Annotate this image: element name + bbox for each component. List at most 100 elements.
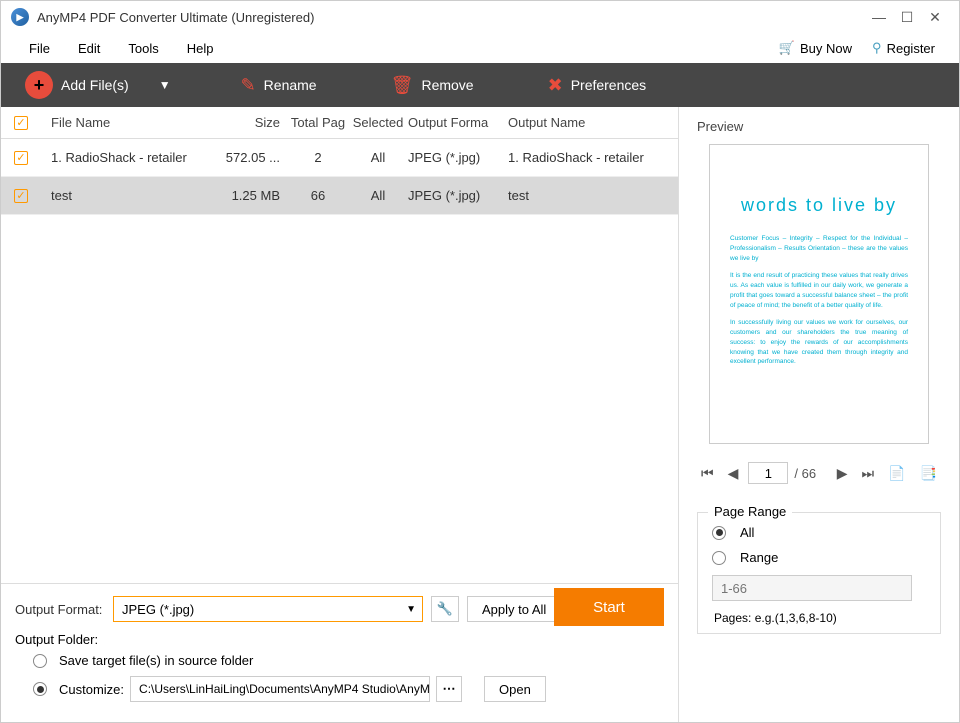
cell-output-name: test <box>498 188 678 203</box>
title-bar: ▶ AnyMP4 PDF Converter Ultimate (Unregis… <box>1 1 959 33</box>
radio-save-source[interactable]: Save target file(s) in source folder <box>33 653 664 668</box>
buy-now-label: Buy Now <box>800 41 852 56</box>
cell-output-name: 1. RadioShack - retailer <box>498 150 678 165</box>
preferences-button[interactable]: ✖ Preferences <box>536 69 659 102</box>
chevron-down-icon: ▼ <box>406 604 416 615</box>
register-label: Register <box>887 41 935 56</box>
cell-format: JPEG (*.jpg) <box>408 188 498 203</box>
range-hint: Pages: e.g.(1,3,6,8-10) <box>714 611 926 625</box>
start-button[interactable]: Start <box>554 588 664 626</box>
plus-icon: + <box>25 71 53 99</box>
menu-file[interactable]: File <box>15 37 64 60</box>
cell-total: 2 <box>288 150 348 165</box>
close-button[interactable]: ✕ <box>921 7 949 27</box>
menu-edit[interactable]: Edit <box>64 37 114 60</box>
open-button[interactable]: Open <box>484 676 546 702</box>
bottom-panel: Output Format: JPEG (*.jpg) ▼ 🔧 Apply to… <box>1 583 678 722</box>
minimize-button[interactable]: — <box>865 7 893 27</box>
range-label: Range <box>740 550 778 565</box>
remove-button[interactable]: 🗑 Remove <box>379 69 486 102</box>
range-input[interactable] <box>712 575 912 601</box>
cell-selected: All <box>348 150 408 165</box>
preview-nav: ⏮ ◀ / 66 ▶ ⏭ 📄 📑 <box>697 462 941 484</box>
radio-icon <box>712 551 726 565</box>
preferences-label: Preferences <box>571 77 646 93</box>
page-total: / 66 <box>794 466 816 481</box>
preview-p3: In successfully living our values we wor… <box>730 318 908 367</box>
radio-all[interactable]: All <box>712 525 926 540</box>
radio-customize[interactable]: Customize: C:\Users\LinHaiLing\Documents… <box>33 676 664 702</box>
page-range-title: Page Range <box>708 504 792 519</box>
menu-bar: File Edit Tools Help 🛒 Buy Now ⚲ Registe… <box>1 33 959 63</box>
next-page-button[interactable]: ▶ <box>833 463 852 484</box>
tools-icon: ✖ <box>548 75 563 96</box>
radio-icon <box>712 526 726 540</box>
rename-label: Rename <box>264 77 317 93</box>
table-row[interactable]: ✓test1.25 MB66AllJPEG (*.jpg)test <box>1 177 678 215</box>
radio-icon <box>33 682 47 696</box>
cell-selected: All <box>348 188 408 203</box>
cell-total: 66 <box>288 188 348 203</box>
fit-page-icon[interactable]: 📄 <box>884 463 909 484</box>
table-row[interactable]: ✓1. RadioShack - retailer572.05 ...2AllJ… <box>1 139 678 177</box>
row-checkbox[interactable]: ✓ <box>14 189 28 203</box>
table-body: ✓1. RadioShack - retailer572.05 ...2AllJ… <box>1 139 678 583</box>
remove-label: Remove <box>421 77 473 93</box>
save-source-label: Save target file(s) in source folder <box>59 653 253 668</box>
radio-range[interactable]: Range <box>712 550 926 565</box>
cart-icon: 🛒 <box>779 40 795 56</box>
app-logo-icon: ▶ <box>11 8 29 26</box>
file-list-pane: ✓ File Name Size Total Pag Selected Outp… <box>1 107 679 722</box>
apply-to-all-button[interactable]: Apply to All <box>467 596 561 622</box>
first-page-button[interactable]: ⏮ <box>697 463 718 484</box>
row-checkbox[interactable]: ✓ <box>14 151 28 165</box>
window-title: AnyMP4 PDF Converter Ultimate (Unregiste… <box>37 10 865 25</box>
register-link[interactable]: ⚲ Register <box>862 36 945 60</box>
path-value: C:\Users\LinHaiLing\Documents\AnyMP4 Stu… <box>139 682 430 696</box>
rename-button[interactable]: ✎ Rename <box>229 69 329 102</box>
preview-p1: Customer Focus – Integrity – Respect for… <box>730 234 908 263</box>
output-format-label: Output Format: <box>15 602 105 617</box>
table-header: ✓ File Name Size Total Pag Selected Outp… <box>1 107 678 139</box>
header-filename[interactable]: File Name <box>41 115 218 130</box>
preview-page: words to live by Customer Focus – Integr… <box>709 144 929 444</box>
select-all-checkbox[interactable]: ✓ <box>14 116 28 130</box>
last-page-button[interactable]: ⏭ <box>858 463 879 484</box>
customize-label: Customize: <box>59 682 124 697</box>
preview-p2: It is the end result of practicing these… <box>730 271 908 310</box>
cell-format: JPEG (*.jpg) <box>408 150 498 165</box>
add-files-label: Add File(s) <box>61 77 129 93</box>
header-selected[interactable]: Selected <box>348 115 408 130</box>
preview-label: Preview <box>697 119 941 134</box>
cell-size: 572.05 ... <box>218 150 288 165</box>
add-files-dropdown[interactable]: ▼ <box>151 78 179 92</box>
toolbar: + Add File(s) ▼ ✎ Rename 🗑 Remove ✖ Pref… <box>1 63 959 107</box>
browse-button[interactable]: ⋯ <box>436 676 462 702</box>
start-label: Start <box>593 599 625 616</box>
preview-heading: words to live by <box>730 195 908 216</box>
menu-tools[interactable]: Tools <box>114 37 172 60</box>
prev-page-button[interactable]: ◀ <box>724 463 743 484</box>
menu-help[interactable]: Help <box>173 37 228 60</box>
pencil-icon: ✎ <box>241 75 256 96</box>
output-folder-label: Output Folder: <box>15 632 664 647</box>
buy-now-link[interactable]: 🛒 Buy Now <box>769 36 862 60</box>
output-format-select[interactable]: JPEG (*.jpg) ▼ <box>113 596 423 622</box>
header-output-format[interactable]: Output Forma <box>408 115 498 130</box>
header-size[interactable]: Size <box>218 115 288 130</box>
header-output-name[interactable]: Output Name <box>498 115 678 130</box>
cell-filename: 1. RadioShack - retailer <box>41 150 218 165</box>
key-icon: ⚲ <box>872 40 882 56</box>
radio-icon <box>33 654 47 668</box>
cell-filename: test <box>41 188 218 203</box>
maximize-button[interactable]: ☐ <box>893 7 921 27</box>
apply-to-all-label: Apply to All <box>482 602 546 617</box>
settings-button[interactable]: 🔧 <box>431 596 459 622</box>
preview-pane: Preview words to live by Customer Focus … <box>679 107 959 722</box>
page-input[interactable] <box>748 462 788 484</box>
actual-size-icon[interactable]: 📑 <box>916 463 941 484</box>
path-input[interactable]: C:\Users\LinHaiLing\Documents\AnyMP4 Stu… <box>130 676 430 702</box>
header-total-page[interactable]: Total Pag <box>288 115 348 130</box>
add-files-button[interactable]: + Add File(s) <box>13 65 141 105</box>
wrench-icon: 🔧 <box>437 601 453 617</box>
